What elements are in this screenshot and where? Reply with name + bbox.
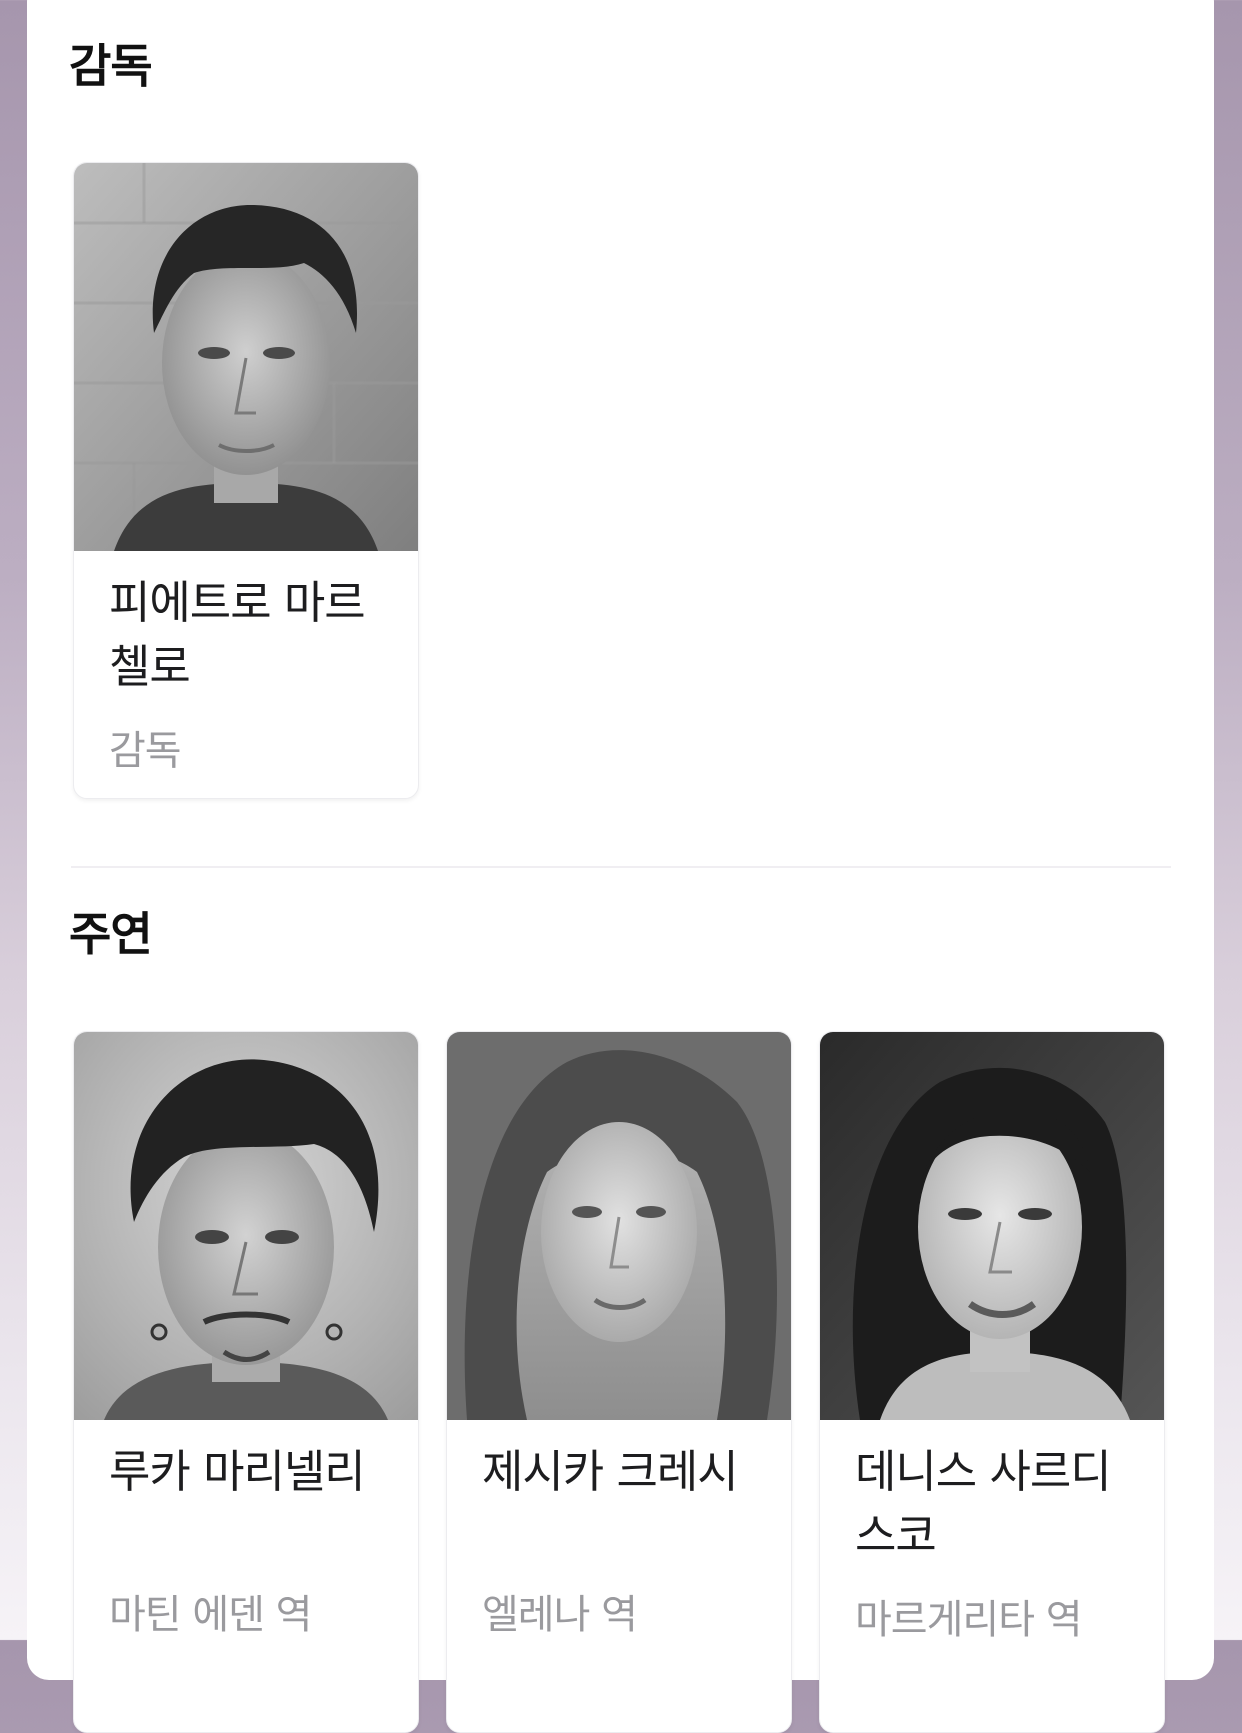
person-photo <box>74 1032 418 1420</box>
person-name: 제시카 크레시 <box>482 1445 739 1498</box>
cast-card[interactable]: 데니스 사르디 스코 마르게리타 역 <box>819 1031 1165 1733</box>
directors-section-title: 감독 <box>69 39 153 93</box>
person-name: 데니스 사르디 스코 <box>855 1445 1112 1562</box>
person-photo <box>447 1032 791 1420</box>
credits-panel: 감독 피에트로 마르 첼로 감독 주연 루카 마리넬리 마틴 에덴 역 제시카 … <box>27 0 1214 1733</box>
cast-section-title: 주연 <box>69 907 153 961</box>
person-photo <box>820 1032 1164 1420</box>
person-name: 루카 마리넬리 <box>109 1445 366 1498</box>
section-divider <box>71 866 1171 868</box>
cast-card[interactable]: 루카 마리넬리 마틴 에덴 역 <box>73 1031 419 1733</box>
person-role: 마르게리타 역 <box>855 1597 1083 1643</box>
person-name: 피에트로 마르 첼로 <box>109 576 366 693</box>
person-photo <box>74 163 418 551</box>
director-card[interactable]: 피에트로 마르 첼로 감독 <box>73 162 419 799</box>
person-role: 마틴 에덴 역 <box>109 1592 312 1638</box>
person-role: 감독 <box>109 728 182 774</box>
person-role: 엘레나 역 <box>482 1592 638 1638</box>
cast-card[interactable]: 제시카 크레시 엘레나 역 <box>446 1031 792 1733</box>
